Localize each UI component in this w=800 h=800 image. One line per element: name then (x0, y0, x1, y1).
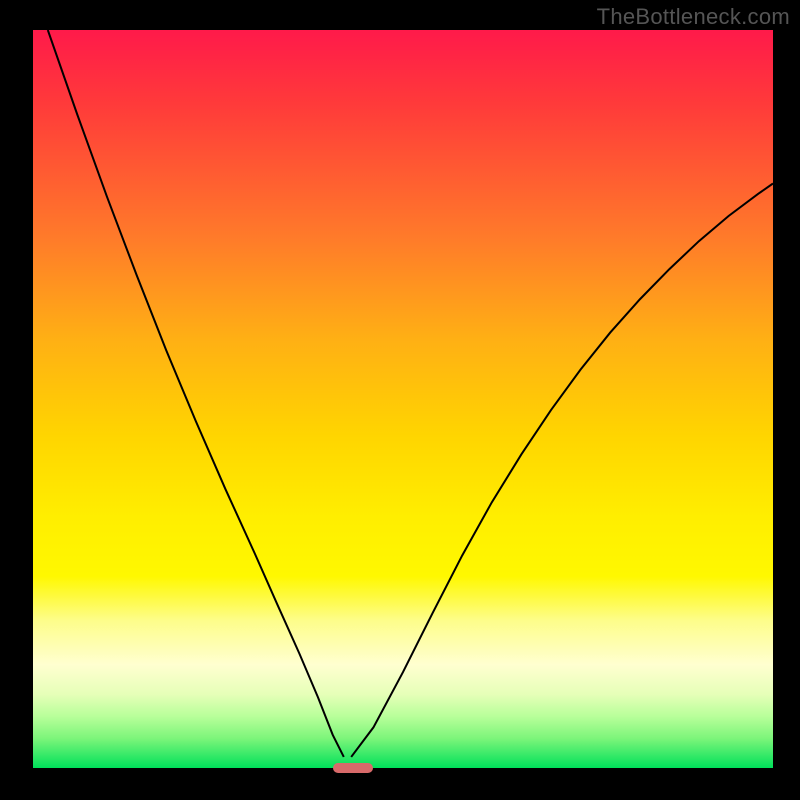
plot-area (33, 30, 773, 768)
chart-frame: TheBottleneck.com (0, 0, 800, 800)
watermark-text: TheBottleneck.com (597, 4, 790, 30)
bottleneck-curve (33, 30, 773, 768)
curve-path (48, 30, 773, 757)
optimum-marker (333, 763, 373, 773)
